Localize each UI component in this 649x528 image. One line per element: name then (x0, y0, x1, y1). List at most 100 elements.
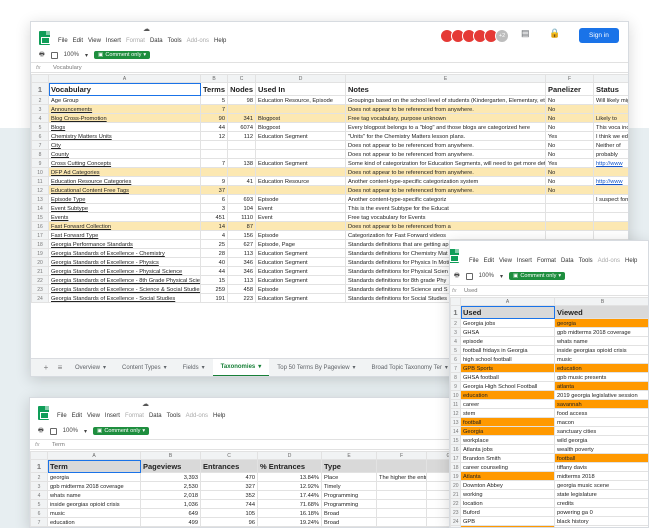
viewed-cell[interactable]: tiffany davis (554, 462, 648, 472)
empty-cell[interactable] (376, 490, 427, 500)
panelizer-cell[interactable] (545, 230, 594, 240)
used-in-cell[interactable]: Education Resource, Episode (255, 95, 346, 105)
row-number[interactable]: 18 (450, 462, 461, 472)
row-number[interactable]: 1 (31, 82, 49, 96)
row-number[interactable]: 2 (31, 95, 49, 105)
row-number[interactable]: 17 (31, 230, 49, 240)
header-cell[interactable] (376, 459, 427, 473)
menu-item-tools[interactable]: Tools (168, 38, 182, 44)
panelizer-cell[interactable] (545, 194, 594, 204)
pageviews-cell[interactable]: 3,393 (140, 472, 201, 482)
header-cell[interactable]: % Entrances (257, 459, 322, 473)
row-number[interactable]: 7 (450, 363, 461, 373)
empty-cell[interactable] (376, 499, 427, 509)
used-cell[interactable]: location (460, 498, 555, 508)
menu-item-format[interactable]: Format (125, 413, 144, 419)
comment-only-button[interactable]: ▣ Comment only ▾ (93, 427, 150, 435)
row-number[interactable]: 24 (31, 293, 49, 303)
nodes-cell[interactable]: 112 (227, 131, 256, 141)
row-number[interactable]: 15 (31, 212, 49, 222)
used-in-cell[interactable]: Education Segment (255, 131, 346, 141)
notes-cell[interactable]: Another content-type-specific categoriz (345, 194, 546, 204)
type-cell[interactable]: Broad (321, 517, 377, 527)
entrances-cell[interactable]: 744 (200, 499, 258, 509)
row-number[interactable]: 11 (31, 176, 49, 186)
row-number[interactable]: 8 (31, 149, 49, 159)
menu-item-view[interactable]: View (499, 258, 512, 264)
used-in-cell[interactable] (255, 140, 346, 150)
used-in-cell[interactable] (255, 104, 346, 114)
tab-taxonomies[interactable]: Taxonomies ▾ (212, 358, 270, 376)
filter-icon[interactable] (465, 272, 473, 280)
row-number[interactable]: 19 (31, 248, 49, 258)
row-number[interactable]: 13 (31, 194, 49, 204)
menu-item-insert[interactable]: Insert (105, 413, 120, 419)
vocabulary-cell[interactable]: Chemistry Matters Units (48, 131, 201, 141)
viewed-cell[interactable]: macon (554, 417, 648, 427)
nodes-cell[interactable]: 113 (227, 275, 256, 285)
status-cell[interactable]: This voca inclined to specific Bl would … (593, 122, 628, 132)
row-number[interactable]: 18 (31, 239, 49, 249)
used-cell[interactable]: Georgia (460, 426, 555, 436)
row-number[interactable]: 8 (450, 372, 461, 382)
header-cell[interactable]: Entrances (200, 459, 258, 473)
vocabulary-cell[interactable]: Age Group (48, 95, 201, 105)
column-header[interactable]: A (47, 451, 141, 460)
comment-only-button[interactable]: ▣ Comment only ▾ (94, 51, 151, 59)
used-in-cell[interactable]: Episode, Page (255, 239, 346, 249)
type-cell[interactable]: Programming (321, 499, 377, 509)
used-cell[interactable]: Georgia jobs (460, 318, 555, 328)
menu-item-edit[interactable]: Edit (484, 258, 494, 264)
comments-icon[interactable]: ▤ (521, 28, 530, 39)
used-cell[interactable]: football fridays in Georgia (460, 345, 555, 355)
row-number[interactable]: 16 (31, 221, 49, 231)
row-number[interactable]: 24 (450, 516, 461, 526)
header-cell[interactable]: Used (460, 305, 555, 319)
menu-item-help[interactable]: Help (625, 258, 637, 264)
viewed-cell[interactable]: education (554, 363, 648, 373)
nodes-cell[interactable]: 6074 (227, 122, 256, 132)
nodes-cell[interactable]: 223 (227, 293, 256, 303)
notes-cell[interactable]: Does not appear to be referenced from an… (345, 149, 546, 159)
status-cell[interactable] (593, 221, 628, 231)
header-cell[interactable]: Viewed (554, 305, 648, 319)
header-cell[interactable]: Terms (200, 82, 228, 96)
column-header[interactable]: C (227, 74, 256, 83)
add-sheet-icon[interactable]: + (39, 363, 53, 372)
used-cell[interactable]: high school football (460, 354, 555, 364)
used-in-cell[interactable]: Event (255, 212, 346, 222)
row-number[interactable]: 14 (450, 426, 461, 436)
row-number[interactable]: 22 (450, 498, 461, 508)
notes-cell[interactable]: Does not appear to be referenced from a (345, 221, 546, 231)
panelizer-cell[interactable] (545, 221, 594, 231)
viewed-cell[interactable]: georgia music scene (554, 480, 648, 490)
nodes-cell[interactable]: 341 (227, 113, 256, 123)
header-cell[interactable]: Nodes (227, 82, 256, 96)
row-number[interactable]: 20 (31, 257, 49, 267)
menu-item-view[interactable]: View (88, 38, 101, 44)
notes-cell[interactable]: Free tag vocabulary for Events (345, 212, 546, 222)
menu-item-format[interactable]: Format (537, 258, 556, 264)
menu-item-add-ons[interactable]: Add-ons (187, 38, 209, 44)
terms-cell[interactable]: 28 (200, 248, 228, 258)
terms-cell[interactable]: 44 (200, 122, 228, 132)
zoom-select[interactable]: 100% (479, 273, 494, 279)
formula-bar[interactable]: fx Used (450, 285, 648, 296)
terms-cell[interactable]: 12 (200, 131, 228, 141)
nodes-cell[interactable] (227, 149, 256, 159)
panelizer-cell[interactable] (545, 212, 594, 222)
menu-item-data[interactable]: Data (561, 258, 574, 264)
pageviews-cell[interactable]: 649 (140, 508, 201, 518)
used-cell[interactable]: Downton Abbey (460, 480, 555, 490)
vocabulary-cell[interactable]: Georgia Standards of Excellence - Chemis… (48, 248, 201, 258)
row-number[interactable]: 14 (31, 203, 49, 213)
row-number[interactable]: 23 (31, 284, 49, 294)
header-cell[interactable]: Vocabulary (48, 82, 201, 96)
used-cell[interactable]: GPB Sports (460, 363, 555, 373)
menu-item-add-ons[interactable]: Add-ons (598, 258, 620, 264)
viewed-cell[interactable]: wealth poverty (554, 444, 648, 454)
vocabulary-cell[interactable]: Events (48, 212, 201, 222)
notes-cell[interactable]: Does not appear to be referenced from an… (345, 140, 546, 150)
notes-cell[interactable]: Another content-type-specific categoriza… (345, 176, 546, 186)
used-in-cell[interactable]: Education Resource (255, 176, 346, 186)
